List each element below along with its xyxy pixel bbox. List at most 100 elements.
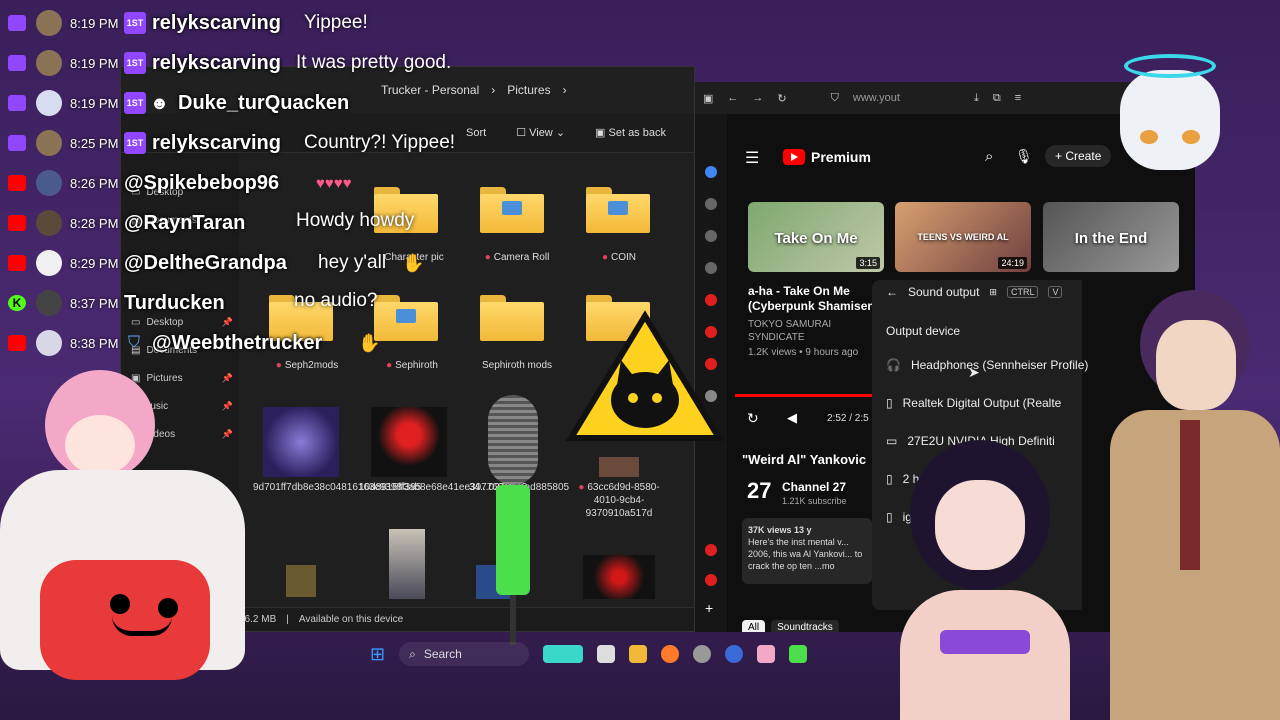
sidebar-app-icon[interactable] — [705, 574, 717, 586]
channel-name[interactable]: TOKYO SAMURAI SYNDICATE — [748, 318, 868, 344]
description-box[interactable]: 37K views 13 y Here's the inst mental v.… — [742, 518, 872, 584]
device-realtek[interactable]: ▯ Realtek Digital Output (Realte — [886, 396, 1061, 410]
device-headphones[interactable]: 🎧 Headphones (Sennheiser Profile) — [886, 358, 1088, 372]
description-text: Here's the inst mental v... 2006, this w… — [748, 537, 863, 571]
refresh-icon[interactable]: ↻ — [777, 92, 786, 105]
search-label: Search — [423, 647, 462, 661]
app-icon[interactable] — [597, 645, 616, 663]
app-icon[interactable] — [789, 645, 808, 663]
folder-icon[interactable] — [586, 187, 650, 233]
video-meta: 1.2K views • 9 hours ago — [748, 347, 859, 358]
second-video-title[interactable]: "Weird Al" Yankovic — [742, 452, 866, 467]
image-thumbnail[interactable] — [263, 407, 339, 477]
youtube-icon — [8, 255, 26, 271]
youtube-logo-icon[interactable] — [783, 149, 805, 165]
kick-icon: K — [8, 295, 26, 311]
chat-text: hey y'all — [318, 252, 387, 273]
app-icon[interactable] — [693, 645, 712, 663]
create-button[interactable]: + Create — [1045, 145, 1112, 167]
search-icon[interactable]: ⌕ — [985, 148, 993, 165]
forward-icon[interactable]: → — [752, 92, 763, 104]
duration-badge: 3:15 — [856, 257, 880, 269]
speaker-icon: ▯ — [886, 396, 893, 410]
device-label: Realtek Digital Output (Realte — [902, 396, 1062, 410]
set-background-button[interactable]: ▣ Set as back — [595, 126, 666, 139]
youtube-premium-label: Premium — [811, 149, 871, 165]
sidebar-app-icon[interactable] — [705, 262, 717, 274]
menu-icon[interactable]: ☰ — [745, 148, 759, 168]
first-badge: 1ST — [124, 12, 146, 34]
microphone-icon — [478, 395, 548, 645]
chat-text: Yippee! — [304, 12, 368, 33]
grid-icon: ⊞ — [989, 286, 997, 297]
vtuber-glasses-avatar — [1100, 280, 1280, 720]
add-icon[interactable]: + — [705, 600, 713, 616]
shield-icon: ⛉ — [128, 334, 141, 351]
section-label: Output device — [886, 324, 961, 338]
first-badge: 1ST — [124, 52, 146, 74]
chat-username: @Weebthetrucker — [152, 331, 323, 354]
avatar — [36, 130, 62, 156]
video-thumbnail[interactable]: In the End — [1043, 202, 1179, 272]
vtuber-dark-hair-avatar — [880, 440, 1080, 720]
back-icon[interactable]: ← — [727, 92, 738, 104]
vtuber-white-cat-avatar — [1110, 40, 1230, 180]
chat-text: Howdy howdy — [296, 210, 415, 231]
youtube-icon — [8, 335, 26, 351]
video-title[interactable]: a-ha - Take On Me (Cyberpunk Shamisen — [748, 284, 888, 314]
download-icon[interactable]: ⤓ — [974, 92, 979, 105]
chat-message: K 8:37 PM Turducken no audio? — [0, 283, 500, 323]
sidebar-app-icon[interactable] — [705, 544, 717, 556]
app-icon[interactable] — [757, 645, 776, 663]
volume-icon[interactable]: ◀ — [787, 410, 797, 426]
duration-badge: 24:19 — [998, 257, 1027, 269]
chat-username: Turducken — [124, 291, 225, 314]
flyout-title: Sound output — [908, 285, 980, 299]
windows-start-icon[interactable]: ⊞ — [370, 644, 385, 665]
taskbar-search[interactable]: ⌕ Search — [399, 642, 530, 666]
replay-icon[interactable]: ↻ — [747, 410, 759, 427]
extensions-icon[interactable]: ⧉ — [993, 92, 1001, 105]
warning-sign-icon — [565, 310, 725, 445]
image-thumbnail[interactable] — [389, 529, 425, 599]
tile-label: 9d701ff7db8e38c04816163c9398f395 — [253, 482, 422, 493]
mic-icon[interactable]: 🎙 — [1015, 148, 1033, 165]
sidebar-app-icon[interactable] — [705, 198, 717, 210]
chat-username: relykscarving — [152, 51, 281, 74]
red-blob-mascot — [40, 560, 210, 680]
channel-avatar[interactable]: 27 — [747, 478, 771, 504]
shortcut-key: V — [1048, 286, 1063, 298]
second-channel-name[interactable]: Channel 27 — [782, 480, 846, 494]
progress-bar[interactable] — [735, 394, 875, 397]
image-thumbnail[interactable] — [286, 565, 316, 597]
video-thumbnail[interactable]: Take On Me 3:15 — [748, 202, 884, 272]
emote-icon: ☻ — [150, 92, 169, 113]
view-button[interactable]: ☐ View ⌄ — [516, 126, 565, 139]
app-icon[interactable] — [725, 645, 744, 663]
image-thumbnail[interactable] — [599, 457, 639, 477]
firefox-icon[interactable] — [661, 645, 680, 663]
file-explorer-icon[interactable] — [629, 645, 648, 663]
chip-all[interactable]: All — [742, 620, 766, 632]
app-icon[interactable] — [543, 645, 584, 663]
breadcrumb-item[interactable]: Pictures — [507, 83, 550, 97]
url-text[interactable]: www.yout — [853, 92, 900, 104]
sidebar-app-icon[interactable] — [705, 230, 717, 242]
sidebar-toggle-icon[interactable]: ▣ — [703, 92, 713, 105]
back-arrow-icon[interactable]: ← — [886, 285, 898, 299]
view-label: View — [529, 127, 553, 139]
sidebar-app-icon[interactable] — [705, 294, 717, 306]
chat-username: relykscarving — [152, 11, 281, 34]
filter-chips: All Soundtracks — [742, 620, 839, 632]
avatar — [36, 210, 62, 236]
image-thumbnail[interactable] — [371, 407, 447, 477]
video-thumbnail[interactable]: TEENS VS WEIRD AL 24:19 — [895, 202, 1031, 272]
set-background-label: Set as back — [608, 127, 666, 139]
more-icon[interactable]: ≡ — [1015, 92, 1021, 104]
image-thumbnail[interactable] — [583, 555, 655, 599]
sidebar-app-icon[interactable] — [705, 166, 717, 178]
headphones-icon: 🎧 — [886, 358, 901, 372]
chat-username: @RaynTaran — [124, 211, 246, 234]
youtube-icon — [8, 215, 26, 231]
chip-soundtracks[interactable]: Soundtracks — [771, 620, 839, 632]
